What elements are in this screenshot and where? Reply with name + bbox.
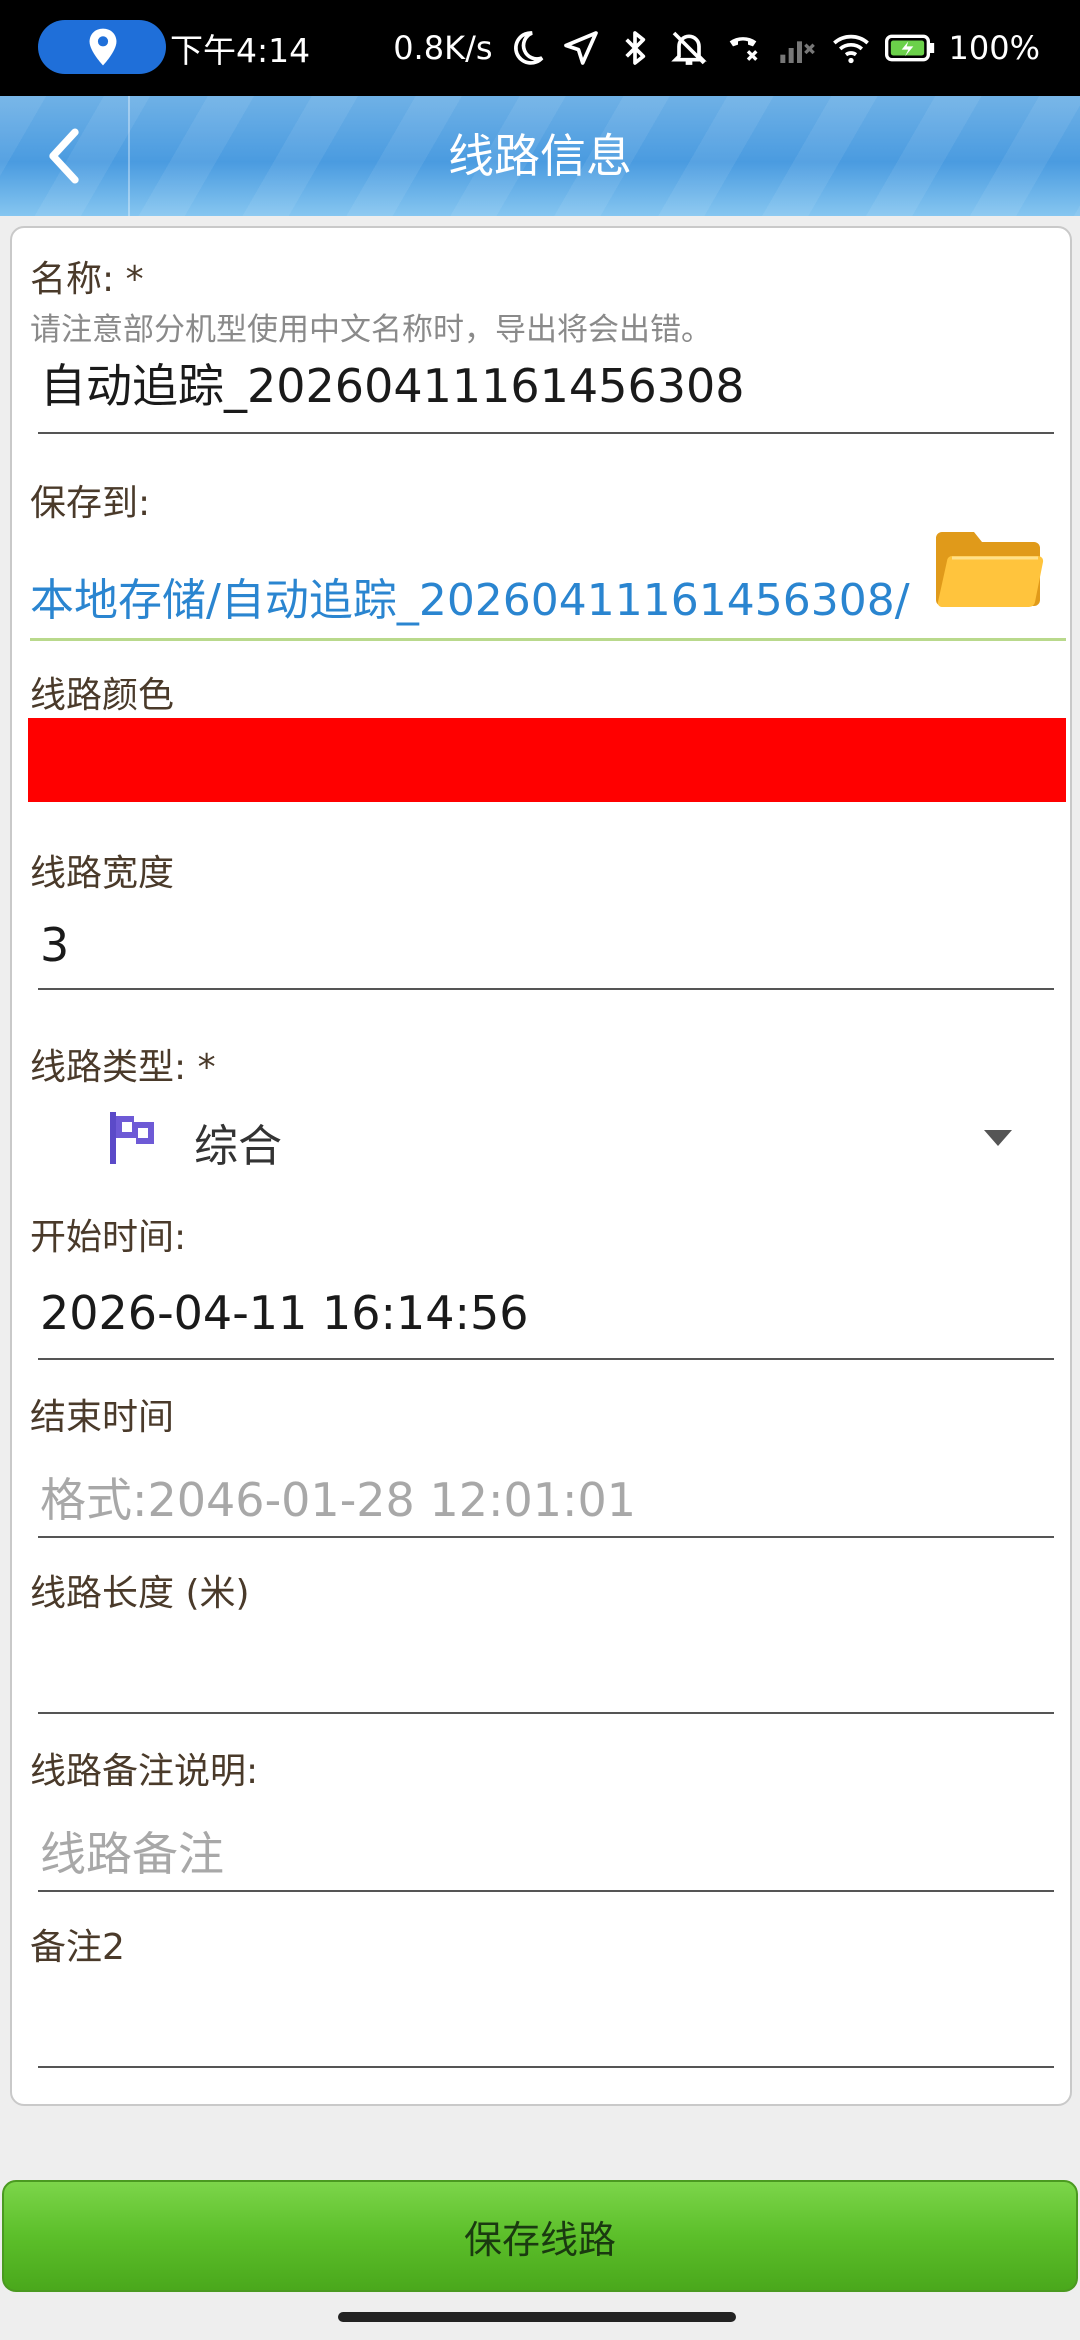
note-label: 线路备注说明: — [30, 1751, 259, 1792]
save-to-path-link[interactable]: 本地存储/自动追踪_20260411161456308/ — [30, 564, 910, 628]
mute-icon — [670, 31, 707, 65]
location-indicator — [38, 20, 166, 74]
type-value: 综合 — [194, 1121, 282, 1172]
chevron-down-icon — [984, 1130, 1012, 1146]
color-swatch[interactable] — [28, 718, 1066, 802]
status-bar: 下午4:14 0.8K/s 100% — [0, 0, 1080, 96]
name-label: 名称: * — [30, 259, 144, 300]
folder-icon[interactable] — [934, 518, 1044, 612]
length-input[interactable] — [40, 1640, 1040, 1700]
name-input[interactable]: 自动追踪_20260411161456308 — [40, 350, 1060, 416]
type-select[interactable]: 综合 — [30, 1090, 1060, 1184]
note2-label: 备注2 — [30, 1927, 125, 1968]
width-label: 线路宽度 — [30, 853, 175, 894]
note-input[interactable]: 线路备注 — [40, 1818, 1040, 1884]
type-label: 线路类型: * — [30, 1047, 216, 1088]
location-icon — [89, 28, 117, 66]
flag-icon — [110, 1112, 154, 1164]
name-hint: 请注意部分机型使用中文名称时，导出将会出错。 — [30, 312, 712, 348]
length-label: 线路长度 (米) — [30, 1573, 250, 1614]
save-route-button[interactable]: 保存线路 — [2, 2180, 1078, 2292]
battery-percent: 100% — [948, 29, 1040, 67]
title-bar: 线路信息 — [0, 96, 1080, 216]
navigation-icon — [563, 31, 598, 65]
net-speed: 0.8K/s — [393, 29, 493, 67]
call-icon — [729, 37, 758, 61]
end-time-label: 结束时间 — [30, 1397, 175, 1438]
status-time: 下午4:14 — [170, 31, 311, 70]
battery-icon — [884, 34, 934, 62]
status-icons: 0.8K/s 100% — [393, 18, 1040, 78]
width-input[interactable]: 3 — [40, 918, 1040, 972]
save-to-label: 保存到: — [30, 483, 151, 524]
bluetooth-icon — [624, 31, 645, 65]
start-time-label: 开始时间: — [30, 1217, 187, 1258]
start-time-input[interactable]: 2026-04-11 16:14:56 — [40, 1286, 1040, 1340]
wifi-icon — [832, 34, 869, 64]
signal-icon — [779, 41, 815, 63]
route-form: 名称: * 请注意部分机型使用中文名称时，导出将会出错。 自动追踪_202604… — [10, 226, 1072, 2106]
color-label: 线路颜色 — [30, 675, 175, 716]
moon-icon — [513, 31, 543, 65]
home-indicator[interactable] — [338, 2312, 736, 2322]
end-time-input[interactable]: 格式:2046-01-28 12:01:01 — [40, 1464, 1040, 1530]
page-title: 线路信息 — [448, 129, 632, 183]
note2-input[interactable] — [40, 1994, 1040, 2054]
